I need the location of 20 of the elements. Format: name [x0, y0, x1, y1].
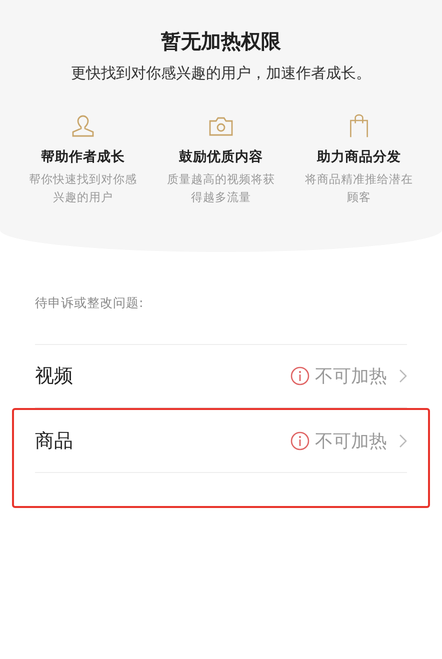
info-icon	[290, 431, 310, 451]
issue-name: 商品	[35, 429, 73, 454]
benefit-description: 质量越高的视频将获得越多流量	[166, 171, 276, 206]
issue-row[interactable]: 商品 不可加热	[35, 410, 407, 473]
page-title: 暂无加热权限	[160, 28, 282, 55]
issue-name: 视频	[35, 364, 73, 389]
benefit-title: 助力商品分发	[317, 148, 401, 167]
issue-status: 不可加热	[315, 430, 387, 453]
person-icon	[70, 114, 96, 138]
benefit-description: 将商品精准推给潜在顾客	[304, 171, 414, 206]
page-subtitle: 更快找到对你感兴趣的用户，加速作者成长。	[70, 63, 372, 84]
chevron-icon	[399, 434, 407, 448]
chevron-icon	[399, 369, 407, 383]
benefit-description: 帮你快速找到对你感兴趣的用户	[28, 171, 138, 206]
info-icon	[290, 366, 310, 386]
benefit-title: 鼓励优质内容	[179, 148, 263, 167]
issue-row[interactable]: 视频 不可加热	[35, 345, 407, 407]
benefit-title: 帮助作者成长	[41, 148, 125, 167]
section-label: 待申诉或整改问题:	[35, 294, 144, 312]
issue-status: 不可加热	[315, 365, 387, 388]
